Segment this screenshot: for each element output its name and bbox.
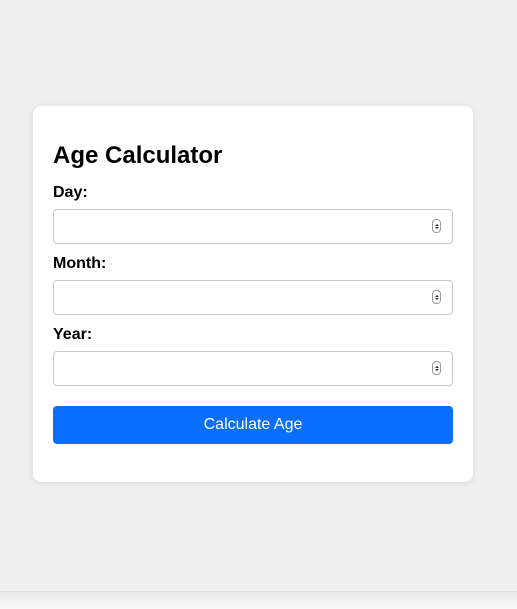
year-field-group: Year: — [53, 326, 453, 386]
day-input-wrapper — [53, 209, 453, 244]
year-label: Year: — [53, 326, 93, 343]
window-bottom-edge — [0, 591, 517, 609]
page: Age Calculator Day: Month: Year: Calcula… — [0, 0, 517, 609]
number-spinner-icon[interactable] — [432, 219, 441, 233]
page-title: Age Calculator — [53, 142, 223, 169]
month-field-group: Month: — [53, 255, 453, 315]
day-label: Day: — [53, 184, 88, 201]
calculate-age-button[interactable]: Calculate Age — [53, 406, 453, 444]
spin-up-icon[interactable] — [434, 294, 439, 297]
month-label: Month: — [53, 255, 107, 272]
day-input[interactable] — [53, 209, 453, 244]
day-field-group: Day: — [53, 184, 453, 244]
age-calculator-card: Age Calculator Day: Month: Year: Calcula… — [33, 106, 473, 482]
year-input[interactable] — [53, 351, 453, 386]
number-spinner-icon[interactable] — [432, 290, 441, 304]
spin-up-icon[interactable] — [434, 223, 439, 226]
spin-down-icon[interactable] — [434, 368, 439, 371]
number-spinner-icon[interactable] — [432, 361, 441, 375]
spin-down-icon[interactable] — [434, 226, 439, 229]
month-input[interactable] — [53, 280, 453, 315]
spin-up-icon[interactable] — [434, 365, 439, 368]
month-input-wrapper — [53, 280, 453, 315]
year-input-wrapper — [53, 351, 453, 386]
spin-down-icon[interactable] — [434, 297, 439, 300]
